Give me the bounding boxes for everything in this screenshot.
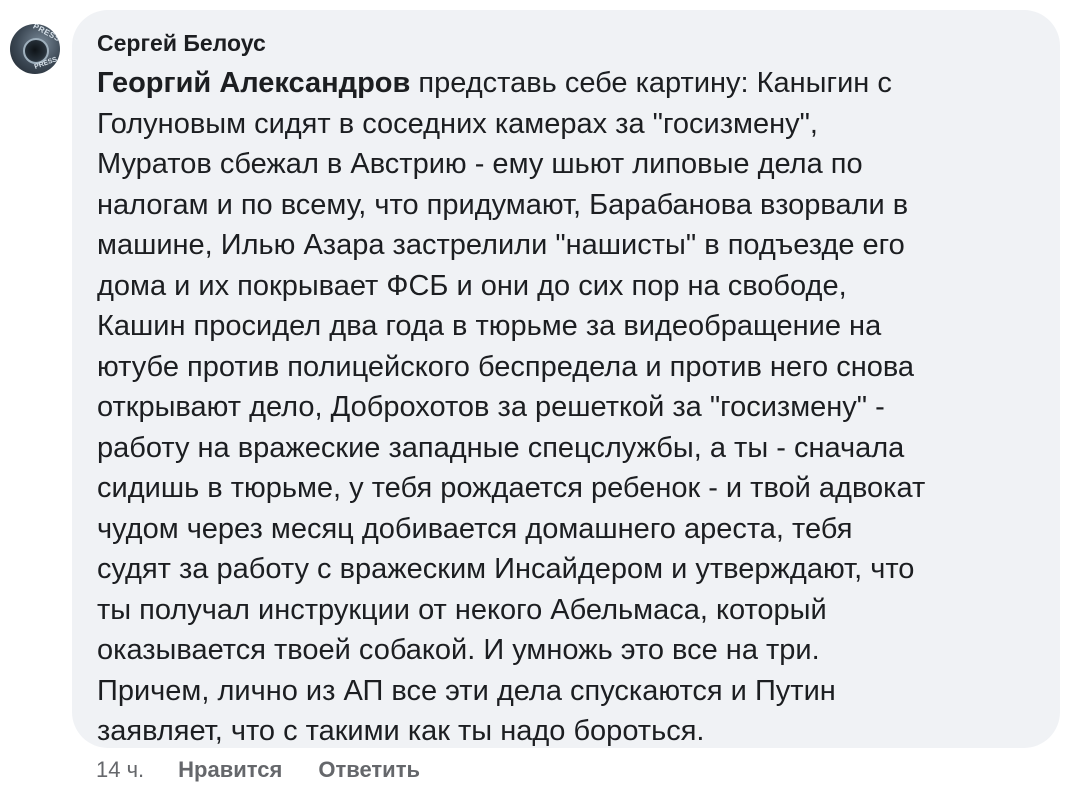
- comment-text: Георгий Александров представь себе карти…: [97, 63, 1047, 752]
- comment-line-1: представь себе картину: Каныгин с: [410, 67, 892, 99]
- comment-line-15: оказывается твоей собакой. И умножь это …: [97, 634, 820, 666]
- mention-link[interactable]: Георгий Александров: [97, 67, 410, 99]
- comment-line-4: налогам и по всему, что придумают, Бараб…: [97, 188, 909, 221]
- comment-line-7: Кашин просидел два года в тюрьме за виде…: [97, 310, 882, 342]
- comment-line-12: чудом через месяц добивается домашнего а…: [97, 512, 853, 545]
- comment-line-11: сидишь в тюрьме, у тебя рождается ребено…: [97, 472, 926, 504]
- comment: PRESS PRESS Сергей Белоус Георгий Алекса…: [0, 0, 1087, 792]
- comment-timestamp[interactable]: 14 ч.: [96, 756, 144, 784]
- comment-line-14: ты получал инструкции от некого Абельмас…: [97, 593, 827, 626]
- comment-line-10: работу на вражеские западные спецслужбы,…: [97, 431, 905, 464]
- comment-line-16: Причем, лично из АП все эти дела спускаю…: [97, 674, 836, 707]
- comment-actions: 14 ч. Нравится Ответить: [96, 756, 456, 784]
- comment-line-3: Муратов сбежал в Австрию - ему шьют липо…: [97, 148, 863, 180]
- comment-line-13: судят за работу с вражеским Инсайдером и…: [97, 553, 915, 585]
- comment-line-2: Голуновым сидят в соседних камерах за "г…: [97, 107, 818, 140]
- comment-line-6: дома и их покрывает ФСБ и они до сих пор…: [97, 269, 847, 302]
- comment-line-17: заявляет, что с такими как ты надо борот…: [97, 715, 705, 747]
- like-button[interactable]: Нравится: [178, 756, 282, 784]
- comment-author[interactable]: Сергей Белоус: [97, 28, 266, 58]
- reply-button[interactable]: Ответить: [318, 756, 420, 784]
- comment-line-8: ютубе против полицейского беспредела и п…: [97, 350, 915, 383]
- avatar[interactable]: PRESS PRESS: [10, 24, 60, 74]
- comment-line-5: машине, Илью Азара застрелили "нашисты" …: [97, 229, 905, 261]
- comment-line-9: открывают дело, Доброхотов за решеткой з…: [97, 391, 885, 423]
